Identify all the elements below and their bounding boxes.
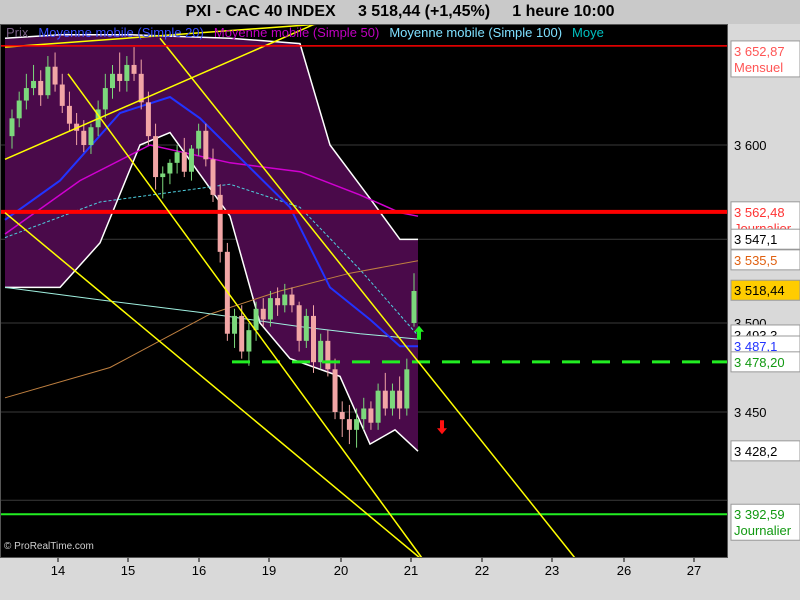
candle-body (275, 298, 281, 306)
candle-body (253, 308, 259, 331)
title-instrument: PXI - CAC 40 INDEX (185, 3, 336, 20)
candle-body (153, 136, 159, 178)
price-label: 3 518,44 (734, 283, 785, 298)
price-label: 3 392,59 (734, 507, 785, 522)
legend: Prix Moyenne mobile (Simple 20) Moyenne mo… (6, 25, 614, 40)
y-tick-label: 3 600 (734, 138, 767, 153)
candle-body (296, 305, 302, 341)
x-tick-label: 15 (121, 563, 135, 578)
candle-body (181, 152, 187, 172)
legend-item: Moyenne mobile (Simple 50) (213, 25, 380, 40)
x-tick-label: 20 (334, 563, 348, 578)
candle-body (174, 152, 180, 163)
candle-body (160, 173, 166, 178)
candle-body (361, 408, 367, 420)
candle-body (311, 315, 316, 363)
candle-body (397, 390, 403, 409)
legend-item: Moyenne mobile (Simple 100) (389, 25, 563, 40)
credit: © ProRealTime.com (4, 541, 94, 552)
title-price: 3 518,44 (+1,45%) (357, 3, 491, 20)
title-period: 1 heure 10:00 (512, 3, 615, 20)
price-label: 3 478,20 (734, 355, 785, 370)
candle-body (325, 340, 331, 370)
candle-body (282, 294, 288, 306)
price-label-period: Mensuel (734, 60, 783, 75)
legend-item: Moye (572, 25, 604, 40)
candle-body (188, 148, 194, 172)
candle-body (404, 369, 410, 409)
candle-body (9, 118, 15, 137)
candle-body (110, 73, 115, 89)
x-tick-label: 23 (545, 563, 559, 578)
price-label: 3 562,48 (734, 205, 785, 220)
x-tick-label: 19 (262, 563, 276, 578)
price-chart[interactable]: 3 450 3 600 3 652,87Mensuel 3 562,48 Journal… (0, 24, 800, 600)
candle-body (246, 330, 252, 352)
price-label: 3 547,1 (734, 232, 777, 247)
candle-body (332, 369, 338, 413)
candle-body (102, 88, 108, 110)
legend-item: Moyenne mobile (Simple 20) (38, 25, 204, 40)
x-tick-label: 26 (617, 563, 631, 578)
candle-body (117, 73, 123, 81)
candle-body (131, 64, 137, 74)
candle-body (382, 390, 388, 409)
candle-body (267, 298, 273, 320)
candle-body (23, 88, 29, 101)
price-label: 3 652,87 (734, 44, 785, 59)
candle-body (138, 73, 144, 103)
x-tick-label: 27 (687, 563, 701, 578)
candle-body (203, 130, 209, 160)
price-label: 3 535,5 (734, 253, 777, 268)
candle-body (196, 130, 202, 149)
candle-body (145, 102, 151, 137)
candle-body (52, 66, 58, 85)
x-tick-label: 16 (192, 563, 206, 578)
candle-body (389, 390, 395, 409)
candle-body (411, 291, 417, 324)
candle-body (368, 408, 374, 423)
candle-body (81, 130, 87, 146)
candle-body (210, 159, 216, 195)
candle-body (66, 105, 72, 124)
candle-body (31, 80, 37, 89)
candle-body (375, 390, 381, 423)
candle-body (354, 419, 360, 430)
x-tick-label: 14 (51, 563, 65, 578)
candle-body (124, 64, 130, 81)
candle-body (88, 127, 94, 146)
candle-body (346, 419, 352, 430)
candle-body (339, 412, 345, 420)
candle-body (289, 294, 295, 306)
candle-body (260, 308, 266, 320)
candle-body (239, 315, 245, 352)
y-tick-label: 3 450 (734, 405, 767, 420)
candle-body (45, 66, 51, 96)
legend-item: Prix (6, 25, 29, 40)
candle-body (217, 194, 223, 252)
price-label: 3 428,2 (734, 444, 777, 459)
candle-body (59, 84, 65, 106)
candle-body (232, 315, 238, 334)
price-label-period: Journalier (734, 523, 792, 538)
candle-body (303, 315, 309, 341)
candle-body (16, 100, 22, 119)
candle-body (318, 340, 324, 363)
candle-body (167, 162, 173, 174)
x-tick-label: 21 (404, 563, 418, 578)
candle-body (38, 80, 44, 96)
x-tick-label: 22 (475, 563, 489, 578)
chart-title: PXI - CAC 40 INDEX 3 518,44 (+1,45%) 1 h… (0, 0, 800, 24)
